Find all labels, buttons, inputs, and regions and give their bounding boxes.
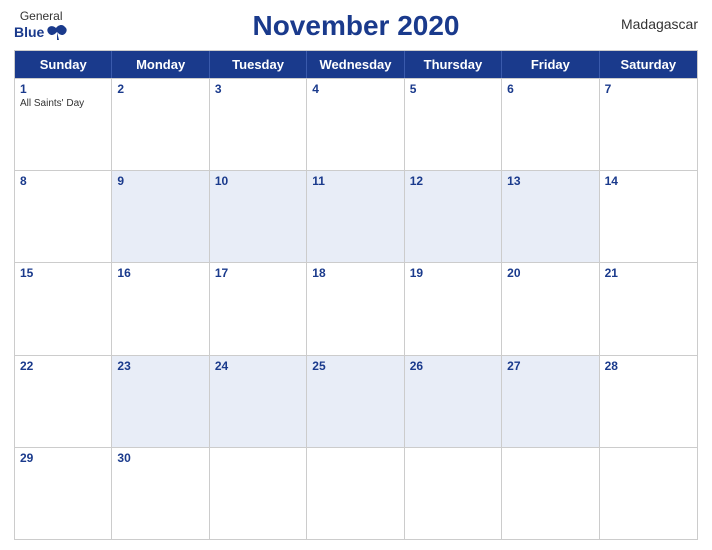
day-header-sunday: Sunday (15, 51, 112, 78)
day-number: 1 (20, 82, 27, 96)
calendar-grid: SundayMondayTuesdayWednesdayThursdayFrid… (14, 50, 698, 540)
week-row-3: 15 16 17 18 19 20 21 (15, 262, 697, 354)
day-header-thursday: Thursday (405, 51, 502, 78)
day-cell: 25 (307, 356, 404, 447)
logo: General Blue (14, 10, 68, 41)
day-cell (405, 448, 502, 539)
day-number: 10 (215, 174, 228, 188)
day-cell: 7 (600, 79, 697, 170)
day-cell: 11 (307, 171, 404, 262)
day-cell: 12 (405, 171, 502, 262)
day-cell (210, 448, 307, 539)
day-header-saturday: Saturday (600, 51, 697, 78)
day-cell: 22 (15, 356, 112, 447)
day-number: 28 (605, 359, 618, 373)
day-cell: 15 (15, 263, 112, 354)
day-number: 29 (20, 451, 33, 465)
day-cell: 30 (112, 448, 209, 539)
week-row-5: 29 30 (15, 447, 697, 539)
day-number: 18 (312, 266, 325, 280)
day-number: 19 (410, 266, 423, 280)
day-cell (502, 448, 599, 539)
day-cell: 19 (405, 263, 502, 354)
day-number: 17 (215, 266, 228, 280)
day-number: 2 (117, 82, 124, 96)
day-number: 6 (507, 82, 514, 96)
day-headers-row: SundayMondayTuesdayWednesdayThursdayFrid… (15, 51, 697, 78)
day-cell: 28 (600, 356, 697, 447)
day-cell: 26 (405, 356, 502, 447)
day-number: 13 (507, 174, 520, 188)
day-number: 20 (507, 266, 520, 280)
day-cell: 16 (112, 263, 209, 354)
day-number: 27 (507, 359, 520, 373)
day-number: 25 (312, 359, 325, 373)
week-row-2: 8 9 10 11 12 13 14 (15, 170, 697, 262)
day-number: 3 (215, 82, 222, 96)
day-cell: 29 (15, 448, 112, 539)
day-cell: 20 (502, 263, 599, 354)
day-number: 22 (20, 359, 33, 373)
day-cell: 13 (502, 171, 599, 262)
day-cell: 17 (210, 263, 307, 354)
day-number: 24 (215, 359, 228, 373)
day-cell: 23 (112, 356, 209, 447)
day-cell: 14 (600, 171, 697, 262)
day-header-wednesday: Wednesday (307, 51, 404, 78)
calendar-header: General Blue November 2020 Madagascar (14, 10, 698, 42)
day-number: 11 (312, 174, 325, 188)
day-number: 15 (20, 266, 33, 280)
day-cell: 3 (210, 79, 307, 170)
day-cell: 21 (600, 263, 697, 354)
day-cell (600, 448, 697, 539)
day-number: 4 (312, 82, 319, 96)
day-cell: 8 (15, 171, 112, 262)
day-number: 7 (605, 82, 612, 96)
day-number: 16 (117, 266, 130, 280)
day-number: 12 (410, 174, 423, 188)
day-header-friday: Friday (502, 51, 599, 78)
day-cell: 2 (112, 79, 209, 170)
logo-bird-icon (46, 24, 68, 42)
day-number: 26 (410, 359, 423, 373)
day-cell: 1 All Saints' Day (15, 79, 112, 170)
day-number: 23 (117, 359, 130, 373)
day-number: 5 (410, 82, 417, 96)
week-row-4: 22 23 24 25 26 27 28 (15, 355, 697, 447)
calendar-container: General Blue November 2020 Madagascar Su… (0, 0, 712, 550)
day-number: 21 (605, 266, 618, 280)
day-cell (307, 448, 404, 539)
logo-blue-text: Blue (14, 25, 44, 40)
day-number: 8 (20, 174, 27, 188)
day-cell: 27 (502, 356, 599, 447)
day-header-monday: Monday (112, 51, 209, 78)
logo-general-text: General (20, 10, 63, 23)
weeks-container: 1All Saints' Day234567891011121314151617… (15, 78, 697, 539)
day-cell: 18 (307, 263, 404, 354)
day-cell: 24 (210, 356, 307, 447)
day-number: 30 (117, 451, 130, 465)
holiday-name: All Saints' Day (20, 98, 106, 110)
day-cell: 4 (307, 79, 404, 170)
day-number: 9 (117, 174, 124, 188)
day-cell: 9 (112, 171, 209, 262)
day-header-tuesday: Tuesday (210, 51, 307, 78)
country-label: Madagascar (621, 16, 698, 32)
day-cell: 10 (210, 171, 307, 262)
day-cell: 6 (502, 79, 599, 170)
day-cell: 5 (405, 79, 502, 170)
month-title: November 2020 (252, 10, 459, 42)
day-number: 14 (605, 174, 618, 188)
week-row-1: 1 All Saints' Day 2 3 4 5 6 7 (15, 78, 697, 170)
